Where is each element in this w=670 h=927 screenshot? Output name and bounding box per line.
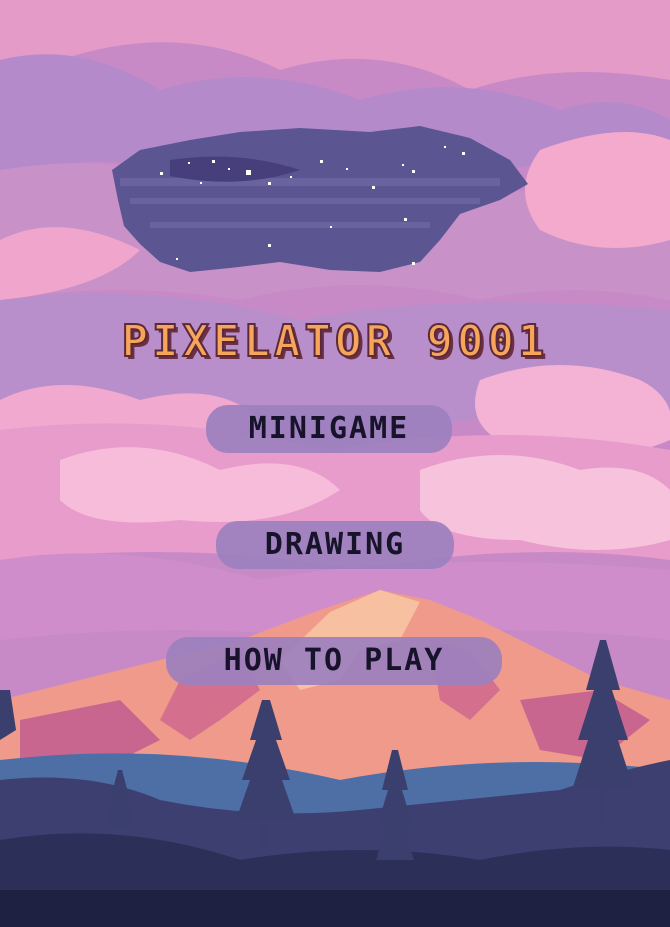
background-scene [0,0,670,927]
minigame-button[interactable]: MINIGAME [206,405,452,453]
game-title: PIXELATOR 9001 [121,315,549,368]
how-to-play-button[interactable]: HOW TO PLAY [166,637,502,685]
drawing-button[interactable]: DRAWING [216,521,454,569]
